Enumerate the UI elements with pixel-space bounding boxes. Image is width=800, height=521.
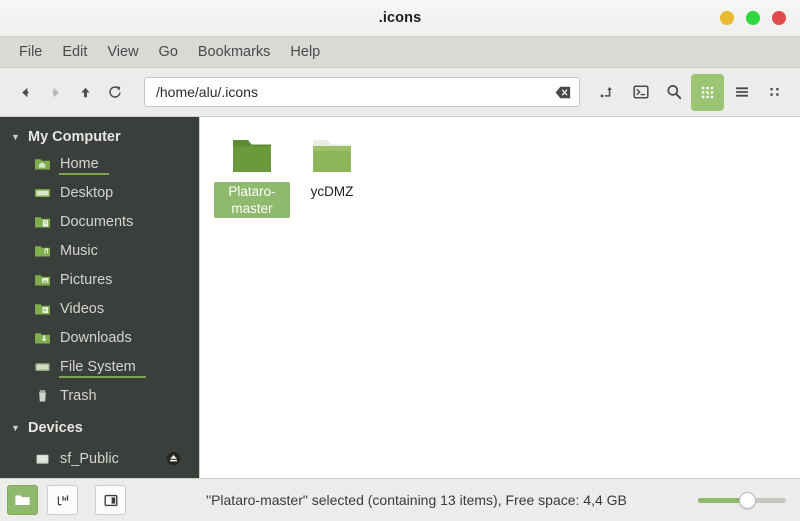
sidebar-group-label: My Computer: [28, 129, 121, 145]
file-view[interactable]: Plataro-master ycDMZ: [200, 117, 800, 478]
back-button[interactable]: [10, 77, 40, 107]
sidebar-group-devices[interactable]: ▼ Devices: [0, 416, 199, 440]
search-button[interactable]: [658, 76, 689, 109]
home-folder-icon: [34, 156, 51, 171]
sidebar-group-label: Devices: [28, 420, 83, 436]
file-item-label: ycDMZ: [310, 184, 354, 199]
sidebar-item-label: Home: [59, 155, 109, 175]
music-folder-icon: [34, 243, 51, 258]
up-icon: [80, 87, 90, 97]
open-new-pane-icon: [600, 86, 612, 97]
properties-button[interactable]: [47, 485, 78, 515]
compact-view-button[interactable]: [759, 76, 790, 109]
chevron-down-icon: ▼: [11, 422, 20, 433]
trash-icon: [34, 388, 51, 403]
menu-go[interactable]: Go: [150, 41, 187, 63]
toolbar-buttons: [592, 73, 790, 111]
compact-view-icon: [769, 88, 779, 96]
sidebar-item-home[interactable]: Home: [0, 149, 199, 178]
sidebar-item-label: File System: [59, 358, 146, 378]
file-item[interactable]: Plataro-master: [214, 131, 290, 218]
zoom-slider[interactable]: [698, 490, 786, 510]
reload-button[interactable]: [100, 77, 130, 107]
up-button[interactable]: [70, 77, 100, 107]
chevron-down-icon: ▼: [11, 131, 20, 142]
sidebar-item-label: Music: [60, 242, 98, 259]
icon-view-button[interactable]: [691, 73, 724, 111]
open-terminal-icon: [632, 85, 649, 99]
sidebar-item-downloads[interactable]: Downloads: [0, 323, 199, 352]
sidebar-item-label: Videos: [60, 300, 105, 317]
file-item-label: Plataro-master: [214, 182, 290, 218]
open-new-pane-button[interactable]: [592, 76, 623, 109]
minimize-button[interactable]: [720, 11, 734, 25]
path-input[interactable]: /home/alu/.icons: [156, 84, 554, 100]
search-icon: [666, 85, 681, 100]
statusbar: "Plataro-master" selected (containing 13…: [0, 478, 800, 521]
sidebar-item-desktop[interactable]: Desktop: [0, 178, 199, 207]
documents-folder-icon: [34, 214, 51, 229]
list-view-button[interactable]: [726, 76, 757, 109]
sidebar-item-label: Pictures: [60, 271, 113, 288]
path-entry[interactable]: /home/alu/.icons: [144, 77, 580, 107]
pictures-folder-icon: [34, 272, 51, 287]
slider-handle[interactable]: [739, 491, 757, 509]
open-terminal-button[interactable]: [625, 76, 656, 109]
sidebar-item-videos[interactable]: Videos: [0, 294, 199, 323]
menu-edit[interactable]: Edit: [53, 41, 96, 63]
window-title: .icons: [378, 10, 422, 26]
clear-icon: [555, 86, 570, 98]
downloads-folder-icon: [34, 330, 51, 345]
sidebar-group-my-computer[interactable]: ▼ My Computer: [0, 125, 199, 149]
toggle-sidebar-button[interactable]: [95, 485, 126, 515]
clear-path-button[interactable]: [554, 85, 571, 100]
folder-icon: [15, 495, 30, 505]
file-system-icon: [34, 359, 51, 374]
menu-view[interactable]: View: [98, 41, 147, 63]
sidebar: ▼ My Computer Home Desktop Documents Mus…: [0, 117, 200, 478]
sidebar-item-documents[interactable]: Documents: [0, 207, 199, 236]
drive-icon: [34, 451, 51, 466]
icon-view-icon: [701, 86, 714, 98]
close-button[interactable]: [772, 11, 786, 25]
menu-file[interactable]: File: [10, 41, 51, 63]
sidebar-item-trash[interactable]: Trash: [0, 381, 199, 410]
reload-icon: [109, 86, 121, 98]
file-item[interactable]: ycDMZ: [294, 131, 370, 218]
body-area: ▼ My Computer Home Desktop Documents Mus…: [0, 117, 800, 478]
eject-icon: [166, 451, 181, 466]
forward-icon: [51, 87, 59, 97]
titlebar: .icons: [0, 0, 800, 37]
properties-icon: [57, 494, 68, 505]
menubar: File Edit View Go Bookmarks Help: [0, 37, 800, 68]
sidebar-item-sf-public[interactable]: sf_Public: [0, 444, 199, 473]
list-view-icon: [735, 87, 748, 97]
forward-button[interactable]: [40, 77, 70, 107]
sidebar-item-label: Desktop: [60, 184, 114, 201]
eject-button[interactable]: [166, 451, 181, 466]
sidebar-item-music[interactable]: Music: [0, 236, 199, 265]
videos-folder-icon: [34, 301, 51, 316]
sidebar-item-label: Trash: [60, 387, 97, 404]
file-manager-window: .icons File Edit View Go Bookmarks Help: [0, 0, 800, 521]
sidebar-item-label: Documents: [60, 213, 134, 230]
sidebar-item-file-system[interactable]: File System: [0, 352, 199, 381]
status-text: "Plataro-master" selected (containing 13…: [206, 492, 627, 508]
sidebar-item-label: Downloads: [60, 329, 132, 346]
toolbar: /home/alu/.icons: [0, 68, 800, 117]
sidebar-item-pictures[interactable]: Pictures: [0, 265, 199, 294]
maximize-button[interactable]: [746, 11, 760, 25]
back-icon: [21, 87, 29, 97]
menu-help[interactable]: Help: [281, 41, 329, 63]
folder-icon: [306, 133, 358, 177]
window-controls: [720, 0, 786, 36]
folder-icon: [226, 133, 278, 177]
menu-bookmarks[interactable]: Bookmarks: [189, 41, 280, 63]
folder-view-button[interactable]: [7, 485, 38, 515]
sidebar-item-label: sf_Public: [60, 450, 119, 467]
desktop-icon: [34, 185, 51, 200]
toggle-sidebar-icon: [104, 494, 118, 506]
